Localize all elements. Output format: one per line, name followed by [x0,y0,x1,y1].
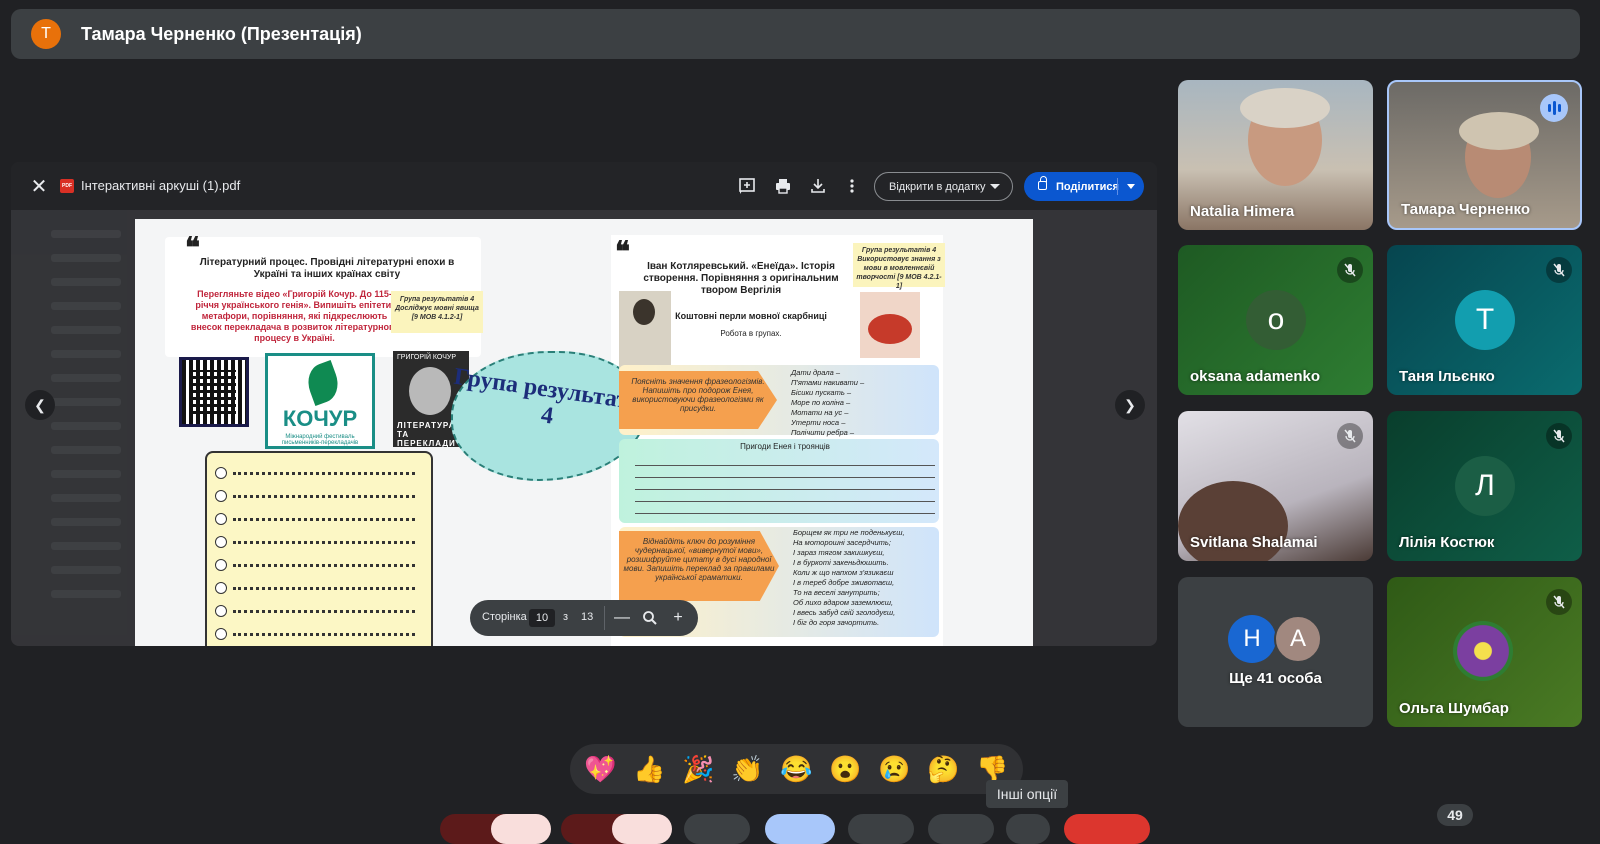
page-of-label: з [563,611,569,623]
reactions-bar: 💖 👍 🎉 👏 😂 😮 😢 🤔 👎 [570,744,1023,794]
flower-avatar-icon [1453,621,1513,681]
mic-off-control-icon[interactable] [491,814,551,844]
participant-tile[interactable]: Л Лілія Костюк [1387,411,1582,561]
participant-tile[interactable]: Svitlana Shalamai [1178,411,1373,561]
mic-off-icon [1546,423,1572,449]
print-icon[interactable] [771,174,795,198]
participant-avatar: o [1246,290,1306,350]
open-with-button[interactable]: Відкрити в додатку [874,172,1013,201]
mic-off-icon [1546,257,1572,283]
surprised-reaction[interactable]: 😮 [826,754,866,785]
participant-tile[interactable]: Natalia Himera [1178,80,1373,230]
book-author: ГРИГОРІЙ КОЧУР [397,354,456,361]
chevron-down-icon [990,184,1000,189]
task-arrow-2: Віднайдіть ключ до розуміння чудернацько… [619,531,779,601]
leave-call-button[interactable] [1064,814,1150,844]
participant-name: Natalia Himera [1190,203,1295,220]
share-dropdown-icon[interactable] [1127,184,1135,189]
present-button[interactable] [848,814,914,844]
adventure-band [619,439,939,523]
camera-off-control-icon[interactable] [612,814,672,844]
laughing-reaction[interactable]: 😂 [777,754,817,785]
participant-name: Svitlana Shalamai [1190,534,1318,551]
kotlyarevsky-portrait [619,291,671,371]
lock-icon [1038,176,1047,190]
page-total: 13 [581,611,594,623]
page-number-input[interactable]: 10 [529,609,555,627]
presentation-header: Т Тамара Черненко (Презентація) [11,9,1580,59]
file-name: Інтерактивні аркуші (1).pdf [81,178,241,193]
share-button[interactable]: Поділитися [1024,172,1144,201]
participant-avatar: Т [1455,290,1515,350]
viewer-toolbar: ✕ PDF Інтерактивні аркуші (1).pdf Відкри… [11,162,1157,210]
captions-button[interactable] [684,814,750,844]
left-title: Літературний процес. Провідні літературн… [199,257,455,280]
thumbs-up-reaction[interactable]: 👍 [630,754,670,785]
right-subtitle: Коштовні перли мовної скарбниці [675,311,827,321]
presentation-title: Тамара Черненко (Презентація) [81,23,362,44]
kochur-festival-logo: КОЧУР Міжнародний фестиваль письменників… [265,353,375,449]
participant-name: Тамара Черненко [1401,201,1531,218]
presenter-avatar: Т [31,19,61,49]
left-task-text: Перегляньте відео «Григорій Кочур. До 11… [190,289,399,343]
participant-tile[interactable]: Т Таня Ільєнко [1387,245,1582,395]
mic-off-icon [1337,257,1363,283]
participant-name: oksana adamenko [1190,368,1321,385]
previous-page-button[interactable]: ❮ [25,390,55,420]
food-illustration [860,292,920,358]
more-options-icon[interactable] [840,174,864,198]
participant-avatar: А [1274,615,1322,663]
pdf-page: ❝ Літературний процес. Провідні літерату… [135,219,1033,646]
page-label: Сторінка [482,611,527,623]
participant-avatar: Н [1228,615,1276,663]
band-title: Пригоди Енея і троянців [740,442,830,451]
close-icon[interactable]: ✕ [27,174,51,198]
more-options-tooltip: Інші опції [986,780,1068,808]
participant-tile[interactable]: Ольга Шумбар [1387,577,1582,727]
reactions-button[interactable] [765,814,835,844]
right-subtitle-2: Робота в групах. [720,329,782,338]
participant-tile[interactable]: o oksana adamenko [1178,245,1373,395]
open-with-label: Відкрити в додатку [889,180,986,193]
zoom-icon[interactable] [638,606,662,630]
task-arrow-1: Поясніть значення фразеологізмів. Напиші… [619,371,777,429]
zoom-out-icon[interactable]: — [610,606,634,630]
pdf-icon: PDF [60,179,74,193]
download-icon[interactable] [806,174,830,198]
participant-name: Таня Ільєнко [1399,368,1495,385]
participant-name: Ольга Шумбар [1399,700,1509,717]
more-participants-tile[interactable]: Н А Ще 41 особа [1178,577,1373,727]
more-participants-label: Ще 41 особа [1229,670,1322,687]
crying-reaction[interactable]: 😢 [875,754,915,785]
participant-tile-active-speaker[interactable]: Тамара Черненко [1387,80,1582,230]
page-navigation-bar: Сторінка 10 з 13 — + [470,600,698,636]
quote-mark-icon: ❝ [615,237,631,268]
share-label: Поділитися [1056,180,1119,193]
qr-code[interactable] [179,357,249,427]
party-popper-reaction[interactable]: 🎉 [679,754,719,785]
next-page-button[interactable]: ❯ [1115,390,1145,420]
decoded-poem: Борщем як три не поденькуєш, На моторошн… [793,528,905,627]
right-sticky-note: Група результатів 4 Використовує знання … [853,243,945,290]
add-comment-icon[interactable] [735,174,759,198]
kochur-logo-subtitle: Міжнародний фестиваль письменників-перек… [281,434,359,446]
mic-off-icon [1337,423,1363,449]
participant-count-badge: 49 [1437,804,1473,826]
more-options-button[interactable] [1006,814,1050,844]
raise-hand-button[interactable] [928,814,994,844]
participant-name: Лілія Костюк [1399,534,1495,551]
left-sticky-note: Група результатів 4 Досліджує мовні явищ… [391,291,483,333]
speaking-indicator-icon [1540,94,1568,122]
participant-avatar: Л [1455,456,1515,516]
sparkling-heart-reaction[interactable]: 💖 [581,754,621,785]
kochur-logo-text: КОЧУР [282,406,358,431]
notepad-checklist [205,451,433,646]
thinking-reaction[interactable]: 🤔 [924,754,964,785]
shared-pdf-viewer: ✕ PDF Інтерактивні аркуші (1).pdf Відкри… [11,162,1157,646]
phrase-list: Дати драла – П'ятами накивати – Бісики п… [791,368,865,437]
clapping-reaction[interactable]: 👏 [728,754,768,785]
mic-off-icon [1546,589,1572,615]
zoom-in-icon[interactable]: + [666,606,690,630]
